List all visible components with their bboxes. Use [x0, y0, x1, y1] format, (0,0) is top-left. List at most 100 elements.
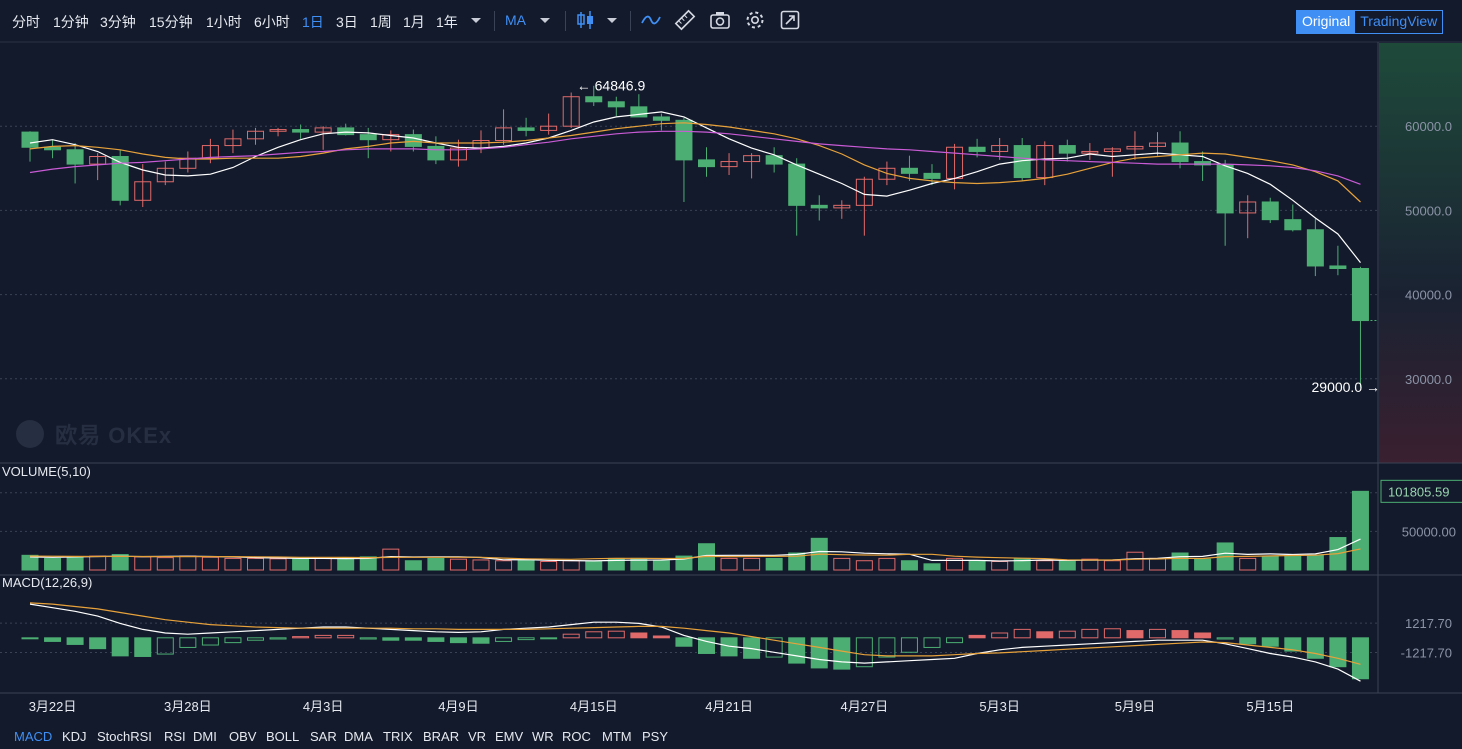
- x-tick-label: 4月21日: [705, 699, 753, 714]
- indicator-tab-boll[interactable]: BOLL: [266, 729, 299, 744]
- candle-body: [900, 167, 918, 174]
- indicator-tab-dma[interactable]: DMA: [344, 729, 373, 744]
- chart-area[interactable]: ← 64846.929000.0 →36917.5 VOLUME(5,10)10…: [0, 0, 1462, 724]
- volume-bar: [66, 556, 84, 571]
- macd-histogram-bar: [991, 632, 1009, 639]
- axes: 30000.0 40000.0 50000.0 60000.0 50000.00 1217…: [0, 41, 1462, 714]
- mode-original-button[interactable]: Original: [1297, 11, 1356, 33]
- volume-bar: [855, 560, 873, 571]
- volume-bar: [1351, 490, 1369, 571]
- indicator-tab-psy[interactable]: PSY: [642, 729, 668, 744]
- volume-bar: [878, 557, 896, 571]
- candle-body: [1058, 145, 1076, 154]
- indicator-tab-dmi[interactable]: DMI: [193, 729, 217, 744]
- volume-bar: [540, 561, 558, 571]
- mode-toggle: Original TradingView: [1296, 10, 1444, 34]
- indicator-tab-rsi[interactable]: RSI: [164, 729, 186, 744]
- volume-bar: [562, 560, 580, 571]
- mode-tradingview-button[interactable]: TradingView: [1355, 11, 1442, 33]
- indicator-tab-stochrsi[interactable]: StochRSI: [97, 729, 152, 744]
- macd-histogram-bar: [111, 637, 129, 657]
- volume-bar: [1306, 554, 1324, 571]
- candle-body: [810, 204, 828, 209]
- macd-histogram-bar: [449, 637, 467, 644]
- price-pane: ← 64846.929000.0 →36917.5: [0, 77, 1462, 395]
- candle-body: [1351, 267, 1369, 322]
- indicator-tab-brar[interactable]: BRAR: [423, 729, 459, 744]
- volume-bar: [472, 559, 490, 571]
- indicator-tab-trix[interactable]: TRIX: [383, 729, 413, 744]
- macd-histogram-bar: [1126, 630, 1144, 639]
- macd-histogram-bar: [1036, 631, 1054, 639]
- macd-pane: MACD(12,26,9): [0, 575, 1378, 682]
- macd-histogram-bar: [472, 637, 490, 644]
- macd-histogram-bar: [562, 633, 580, 639]
- macd-histogram-bar: [833, 637, 851, 670]
- volume-bar: [991, 561, 1009, 571]
- macd-title: MACD(12,26,9): [2, 575, 92, 590]
- candle-body: [607, 101, 625, 108]
- volume-bar: [1103, 560, 1121, 571]
- x-tick-label: 4月15日: [570, 699, 618, 714]
- macd-histogram-bar: [134, 637, 152, 657]
- low-price-label: 29000.0 →: [1312, 379, 1381, 395]
- macd-histogram-bar: [517, 637, 535, 641]
- macd-histogram-bar: [247, 637, 264, 641]
- candle-body: [292, 129, 310, 133]
- volume-bar: [585, 561, 603, 571]
- macd-histogram-bar: [1171, 630, 1189, 639]
- macd-histogram-bar: [382, 637, 400, 641]
- macd-histogram-bar: [359, 637, 377, 640]
- volume-bar: [1036, 560, 1054, 571]
- indicator-tab-wr[interactable]: WR: [532, 729, 554, 744]
- indicator-tab-obv[interactable]: OBV: [229, 729, 256, 744]
- macd-tick-label: 1217.70: [1405, 616, 1452, 631]
- indicator-tab-mtm[interactable]: MTM: [602, 729, 632, 744]
- macd-histogram-bar: [66, 637, 84, 645]
- ma-line-ma10: [29, 122, 1361, 203]
- indicator-tab-emv[interactable]: EMV: [495, 729, 523, 744]
- macd-histogram-bar: [900, 637, 918, 653]
- macd-histogram-bar: [292, 636, 310, 639]
- volume-bar: [224, 557, 242, 571]
- macd-tick-label: -1217.70: [1401, 645, 1452, 660]
- volume-bar: [427, 557, 445, 571]
- candle-body: [1284, 219, 1302, 231]
- x-tick-label: 5月15日: [1246, 699, 1294, 714]
- macd-histogram-bar: [1261, 637, 1279, 647]
- indicator-tab-sar[interactable]: SAR: [310, 729, 337, 744]
- x-tick-label: 4月9日: [438, 699, 478, 714]
- volume-bar: [1261, 555, 1279, 571]
- candle-body: [585, 96, 603, 103]
- indicator-tab-roc[interactable]: ROC: [562, 729, 591, 744]
- ma-line-ma5: [29, 111, 1361, 263]
- indicator-tab-kdj[interactable]: KDJ: [62, 729, 87, 744]
- macd-histogram-bar: [314, 634, 332, 639]
- macd-histogram-bar: [44, 637, 62, 642]
- volume-bar: [968, 560, 986, 571]
- macd-histogram-bar: [1216, 637, 1234, 640]
- volume-bar: [923, 563, 941, 571]
- okex-logo-icon: [16, 420, 44, 448]
- volume-value-label: 101805.59: [1388, 484, 1449, 499]
- volume-bar: [314, 557, 332, 571]
- volume-bar: [201, 556, 219, 571]
- macd-histogram-bar: [269, 637, 287, 640]
- price-axis-band: [1379, 43, 1462, 463]
- volume-bar: [134, 556, 152, 571]
- indicator-tab-vr[interactable]: VR: [468, 729, 486, 744]
- candle-body: [698, 159, 715, 168]
- y-tick-label: 50000.0: [1405, 203, 1452, 218]
- macd-histogram-bar: [540, 637, 558, 640]
- volume-bar: [44, 557, 62, 571]
- macd-histogram-bar: [337, 634, 355, 639]
- volume-bar: [1171, 552, 1189, 571]
- indicator-tab-macd[interactable]: MACD: [14, 729, 52, 744]
- candle-body: [788, 163, 806, 206]
- candle-body: [66, 149, 84, 165]
- volume-bar: [382, 548, 400, 571]
- macd-histogram-bar: [923, 637, 941, 648]
- candle-body: [652, 116, 670, 121]
- macd-histogram-bar: [201, 637, 219, 646]
- macd-histogram-bar: [630, 632, 648, 639]
